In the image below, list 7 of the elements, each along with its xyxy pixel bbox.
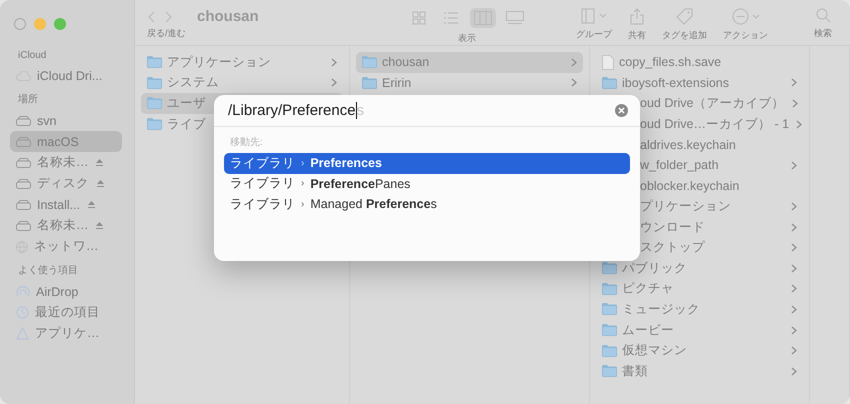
section-label: 移動先: bbox=[229, 136, 264, 150]
sidebar-heading: 場所 bbox=[17, 92, 39, 107]
sidebar-heading: よく使う項目 bbox=[17, 264, 79, 278]
view-label: 表示 bbox=[458, 32, 476, 45]
nav-label: 戻る/進む bbox=[147, 27, 187, 40]
window-title: chousan bbox=[197, 8, 259, 25]
sidebar-heading: iCloud bbox=[17, 49, 48, 63]
